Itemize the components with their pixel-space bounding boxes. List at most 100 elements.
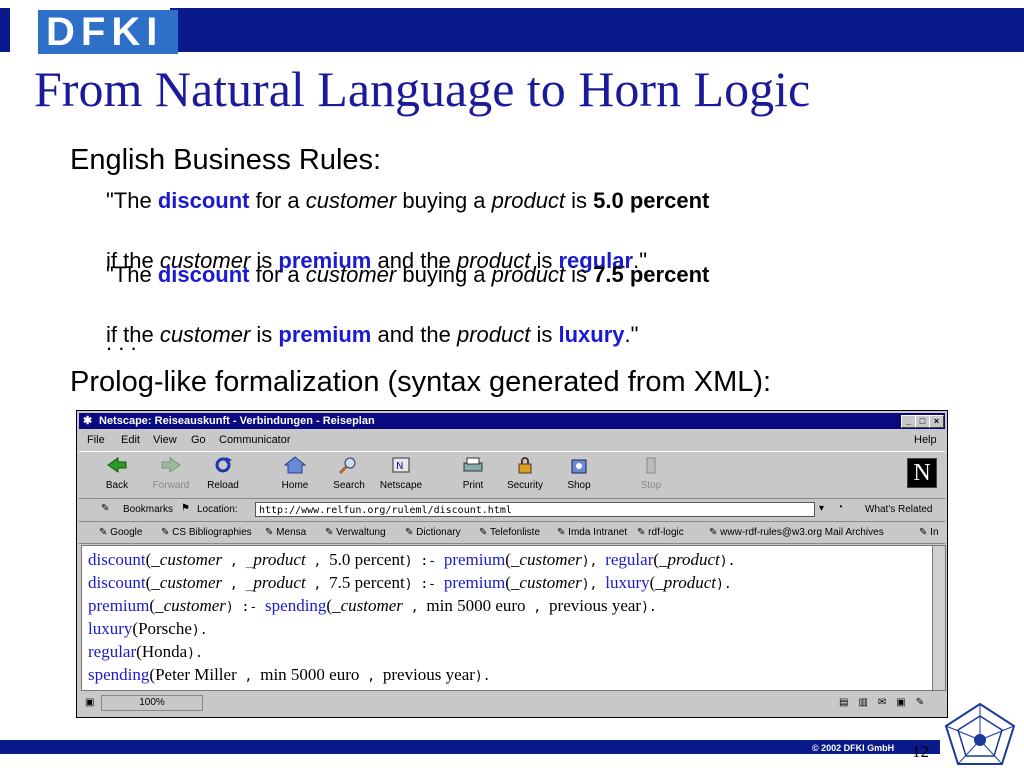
punct: (_ bbox=[653, 550, 668, 569]
bookmark-label: Imda Intranet bbox=[568, 527, 628, 538]
rule-text: is bbox=[565, 188, 594, 213]
shop-label: Shop bbox=[567, 480, 591, 491]
bookmark-in[interactable]: ✎ In bbox=[919, 523, 939, 543]
predicate: discount bbox=[88, 573, 146, 592]
netscape-window: ✱ Netscape: Reiseauskunft - Verbindungen… bbox=[76, 410, 948, 718]
predicate: spending bbox=[88, 665, 150, 684]
bookmark-google[interactable]: ✎ Google bbox=[99, 523, 142, 543]
web-logo-icon bbox=[944, 702, 1016, 765]
predicate: luxury bbox=[88, 619, 133, 638]
back-button[interactable]: Back bbox=[93, 456, 141, 491]
bookmark-label: In bbox=[930, 527, 939, 538]
close-button[interactable]: × bbox=[929, 415, 944, 428]
rule-italic: product bbox=[456, 322, 531, 347]
bookmark-www-rdf-rules[interactable]: ✎ www-rdf-rules@w3.org Mail Archives bbox=[709, 523, 884, 543]
forward-label: Forward bbox=[152, 480, 190, 491]
variable: customer bbox=[163, 596, 226, 615]
vertical-scrollbar[interactable] bbox=[932, 545, 946, 691]
punct: ). bbox=[187, 646, 203, 661]
chevron-down-icon[interactable]: ▾ bbox=[819, 503, 824, 514]
whats-related-button[interactable]: What's Related bbox=[865, 504, 933, 515]
ellipsis: . . . bbox=[106, 330, 137, 355]
bookmark-rdf-logic[interactable]: ✎ rdf-logic bbox=[637, 523, 684, 543]
punct: (_ bbox=[326, 596, 341, 615]
shop-button[interactable]: Shop bbox=[555, 456, 603, 491]
url-input[interactable]: http://www.relfun.org/ruleml/discount.ht… bbox=[255, 502, 815, 517]
menu-file[interactable]: File bbox=[87, 431, 105, 449]
constant: min 5000 euro bbox=[426, 596, 526, 615]
menu-bar: File Edit View Go Communicator Help bbox=[79, 431, 945, 449]
window-title: Netscape: Reiseauskunft - Verbindungen -… bbox=[99, 415, 375, 427]
netscape-label: Netscape bbox=[379, 480, 423, 491]
netscape-logo[interactable]: N bbox=[907, 458, 937, 488]
predicate: premium bbox=[443, 573, 506, 592]
menu-communicator[interactable]: Communicator bbox=[219, 431, 291, 449]
netscape-n-icon: N bbox=[392, 457, 410, 473]
home-button[interactable]: Home bbox=[271, 456, 319, 491]
punct: (_ bbox=[505, 573, 520, 592]
rule-text: "The bbox=[106, 188, 158, 213]
dfki-logo: DFKI bbox=[10, 6, 178, 54]
rule-text: "The bbox=[106, 262, 158, 287]
menu-help[interactable]: Help bbox=[914, 431, 937, 449]
bookmark-verwaltung[interactable]: ✎ Verwaltung bbox=[325, 523, 386, 543]
bookmark-label: Telefonliste bbox=[489, 527, 541, 538]
bookmark-dictionary[interactable]: ✎ Dictionary bbox=[405, 523, 461, 543]
constant: previous year bbox=[382, 665, 475, 684]
heading-english-rules: English Business Rules: bbox=[70, 144, 382, 176]
menu-edit[interactable]: Edit bbox=[121, 431, 140, 449]
navigation-toolbar: Back Forward Reload Home Search N Netsca… bbox=[79, 451, 945, 499]
bookmark-telefonliste[interactable]: ✎ Telefonliste bbox=[479, 523, 540, 543]
component-bar-icons[interactable]: ▤▥✉▣✎ bbox=[839, 693, 934, 713]
search-button[interactable]: Search bbox=[325, 456, 373, 491]
constant: Porsche bbox=[138, 619, 192, 638]
location-label: Location: bbox=[197, 504, 238, 515]
print-button[interactable]: Print bbox=[449, 456, 497, 491]
punct: (_ bbox=[145, 550, 160, 569]
rule-2: "The discount for a customer buying a pr… bbox=[106, 262, 876, 288]
netscape-button[interactable]: N Netscape bbox=[377, 456, 425, 491]
svg-text:N: N bbox=[396, 461, 403, 472]
rule-text: buying a bbox=[396, 188, 492, 213]
shop-icon bbox=[571, 459, 587, 474]
maximize-button[interactable]: □ bbox=[915, 415, 930, 428]
punct: ), bbox=[581, 554, 606, 569]
security-button[interactable]: Security bbox=[501, 456, 549, 491]
bookmark-label: www-rdf-rules@w3.org Mail Archives bbox=[720, 527, 884, 538]
bookmark-mensa[interactable]: ✎ Mensa bbox=[265, 523, 306, 543]
menu-view[interactable]: View bbox=[153, 431, 177, 449]
predicate: luxury bbox=[605, 573, 650, 592]
prolog-line-1: discount(_customer , _product , 5.0 perc… bbox=[88, 550, 735, 570]
whats-related-icon: ◔ bbox=[837, 502, 844, 513]
rule-value: 7.5 percent bbox=[593, 262, 710, 287]
reload-button[interactable]: Reload bbox=[199, 456, 247, 491]
rule-text: is bbox=[565, 262, 594, 287]
rule-text: ." bbox=[624, 322, 639, 347]
minimize-button[interactable]: _ bbox=[901, 415, 916, 428]
zoom-level: 100% bbox=[101, 695, 203, 711]
variable: product bbox=[663, 573, 717, 592]
stop-button[interactable]: Stop bbox=[627, 456, 675, 491]
forward-button[interactable]: Forward bbox=[147, 456, 195, 491]
punct: , bbox=[305, 554, 330, 569]
punct: (_ bbox=[505, 550, 520, 569]
menu-go[interactable]: Go bbox=[191, 431, 206, 449]
punct: (_ bbox=[149, 596, 164, 615]
search-label: Search bbox=[333, 480, 365, 491]
reload-label: Reload bbox=[207, 480, 239, 491]
bookmark-cs-bibliographies[interactable]: ✎ CS Bibliographies bbox=[161, 523, 252, 543]
forward-icon bbox=[161, 457, 181, 473]
bookmarks-button[interactable]: Bookmarks bbox=[123, 504, 173, 515]
window-icon: ✱ bbox=[83, 415, 93, 427]
back-label: Back bbox=[105, 480, 129, 491]
bookmark-imda-intranet[interactable]: ✎ Imda Intranet bbox=[557, 523, 627, 543]
bookmark-label: rdf-logic bbox=[648, 527, 684, 538]
window-titlebar[interactable]: ✱ Netscape: Reiseauskunft - Verbindungen… bbox=[79, 413, 945, 429]
rule-text: is bbox=[250, 322, 279, 347]
variable: customer bbox=[519, 573, 582, 592]
constant: previous year bbox=[549, 596, 642, 615]
bookmark-label: Dictionary bbox=[416, 527, 461, 538]
page-content: discount(_customer , _product , 5.0 perc… bbox=[81, 545, 933, 691]
predicate: regular bbox=[88, 642, 137, 661]
punct: ) :- bbox=[404, 554, 444, 569]
